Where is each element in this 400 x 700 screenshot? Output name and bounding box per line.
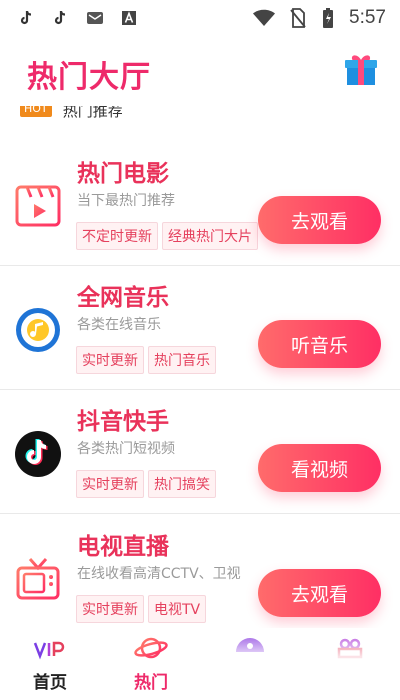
tag: 热门音乐 <box>148 346 216 374</box>
card-tags: 实时更新 电视TV <box>76 595 207 623</box>
gift-icon[interactable] <box>342 50 380 88</box>
hot-recommend-label: 热门推荐 <box>62 106 123 120</box>
nav-hot[interactable]: 热门 <box>111 634 191 693</box>
a-app-icon <box>120 9 138 27</box>
tag: 不定时更新 <box>76 222 158 250</box>
tiktok-icon <box>52 9 70 27</box>
header: 热门大厅 <box>0 40 400 100</box>
tag: 实时更新 <box>76 346 144 374</box>
tag: 电视TV <box>148 595 207 623</box>
status-bar-right: 5:57 <box>251 7 386 29</box>
no-sim-icon <box>289 8 307 28</box>
tv-icon <box>14 555 62 603</box>
card-movies[interactable]: 热门电影 当下最热门推荐 不定时更新 经典热门大片 去观看 <box>0 142 400 266</box>
page-title: 热门大厅 <box>27 60 151 95</box>
card-subtitle: 在线收看高清CCTV、卫视 <box>77 566 241 582</box>
battery-icon <box>319 8 337 28</box>
nav-label: 热门 <box>134 673 168 693</box>
watch-button[interactable]: 去观看 <box>258 569 381 617</box>
nav-item-4[interactable] <box>310 634 390 668</box>
card-subtitle: 各类在线音乐 <box>77 317 161 333</box>
status-time: 5:57 <box>349 7 386 28</box>
card-title: 全网音乐 <box>77 285 169 311</box>
vip-icon <box>32 634 68 664</box>
tag: 经典热门大片 <box>162 222 258 250</box>
card-title: 电视直播 <box>77 534 169 560</box>
view-video-button[interactable]: 看视频 <box>258 444 381 492</box>
card-tags: 不定时更新 经典热门大片 <box>76 222 258 250</box>
tag: 实时更新 <box>76 470 144 498</box>
card-tags: 实时更新 热门音乐 <box>76 346 216 374</box>
hot-badge: HOT <box>20 106 52 117</box>
watch-button[interactable]: 去观看 <box>258 196 381 244</box>
movie-icon <box>14 182 62 230</box>
tiktok-icon <box>18 9 36 27</box>
nav-item-3[interactable] <box>210 634 290 668</box>
status-bar-left <box>18 9 138 27</box>
tag: 实时更新 <box>76 595 144 623</box>
card-title: 抖音快手 <box>77 409 169 435</box>
status-bar: 5:57 <box>0 0 400 36</box>
nav-home[interactable]: 首页 <box>10 634 90 693</box>
card-music[interactable]: 全网音乐 各类在线音乐 实时更新 热门音乐 听音乐 <box>0 266 400 390</box>
card-subtitle: 当下最热门推荐 <box>77 193 175 209</box>
tag: 热门搞笑 <box>148 470 216 498</box>
card-tv-live[interactable]: 电视直播 在线收看高清CCTV、卫视 实时更新 电视TV 去观看 <box>0 515 400 639</box>
music-disc-icon <box>14 306 62 354</box>
mail-app-icon <box>86 9 104 27</box>
tiktok-logo-icon <box>14 430 62 478</box>
card-subtitle: 各类热门短视频 <box>77 441 175 457</box>
nav-label: 首页 <box>33 673 67 693</box>
card-title: 热门电影 <box>77 161 169 187</box>
card-tags: 实时更新 热门搞笑 <box>76 470 216 498</box>
planet-icon <box>133 634 169 664</box>
film-camera-icon <box>332 634 368 664</box>
purple-half-circle-icon <box>232 634 268 664</box>
listen-button[interactable]: 听音乐 <box>258 320 381 368</box>
wifi-icon <box>251 9 277 27</box>
card-short-videos[interactable]: 抖音快手 各类热门短视频 实时更新 热门搞笑 看视频 <box>0 390 400 514</box>
bottom-nav: 首页 热门 <box>0 628 400 700</box>
hot-recommend-strip[interactable]: HOT 热门推荐 <box>20 106 320 128</box>
